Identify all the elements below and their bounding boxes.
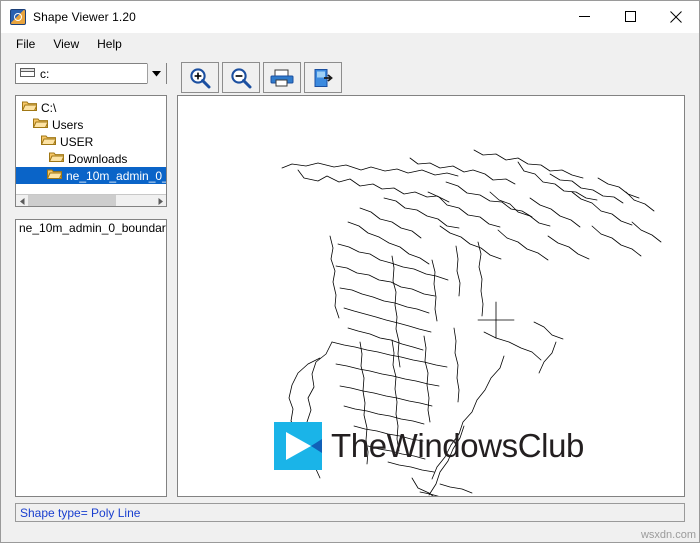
tree-node-c[interactable]: C:\ [16, 99, 166, 116]
folder-tree[interactable]: C:\ Users USER Downloads ne_10m_admin_0 [15, 95, 167, 207]
folder-open-icon [32, 117, 49, 132]
shapefile-list[interactable]: ne_10m_admin_0_boundary [15, 219, 167, 497]
tree-node-shapefile-folder[interactable]: ne_10m_admin_0_bou [16, 167, 166, 184]
map-viewport[interactable]: TheWindowsClub [177, 95, 685, 497]
main-content: c: C:\ Users USER Downloads ne_10m_admin… [1, 55, 699, 542]
status-text: Shape type= Poly Line [20, 505, 141, 520]
toolbar [181, 62, 342, 93]
logo-text: TheWindowsClub [331, 427, 585, 464]
drive-icon [20, 67, 35, 81]
menu-item-view[interactable]: View [44, 35, 88, 54]
menu-bar: File View Help [1, 33, 699, 55]
tree-node-user[interactable]: USER [16, 133, 166, 150]
menu-item-help[interactable]: Help [88, 35, 131, 54]
maximize-icon[interactable] [607, 1, 653, 32]
folder-open-icon [40, 134, 57, 149]
status-bar: Shape type= Poly Line [15, 503, 685, 522]
list-item[interactable]: ne_10m_admin_0_boundary [16, 220, 166, 236]
tree-node-users[interactable]: Users [16, 116, 166, 133]
drive-select[interactable]: c: [15, 63, 167, 84]
drive-select-value: c: [40, 66, 50, 81]
shape-viewer-icon [10, 8, 26, 25]
scroll-right-icon[interactable] [154, 195, 166, 206]
print-button[interactable] [263, 62, 301, 93]
tree-node-label: Downloads [68, 151, 128, 166]
window-controls [561, 1, 699, 32]
folder-open-icon [46, 168, 63, 183]
windows-logo-icon [274, 422, 322, 470]
thewindowsclub-logo: TheWindowsClub [274, 422, 584, 470]
watermark: wsxdn.com [640, 529, 696, 541]
tree-horizontal-scrollbar[interactable] [16, 194, 166, 206]
shape-viewer-window: Shape Viewer 1.20 File View Help c: C:\ … [0, 0, 700, 543]
exit-button[interactable] [304, 62, 342, 93]
window-title: Shape Viewer 1.20 [33, 9, 136, 24]
tree-node-label: Users [52, 117, 84, 132]
tree-node-label: USER [60, 134, 94, 149]
tree-node-downloads[interactable]: Downloads [16, 150, 166, 167]
tree-node-label: C:\ [41, 100, 57, 115]
zoom-in-button[interactable] [181, 62, 219, 93]
close-icon[interactable] [653, 1, 699, 32]
title-bar: Shape Viewer 1.20 [1, 1, 699, 33]
folder-open-icon [21, 100, 38, 115]
scrollbar-thumb[interactable] [28, 195, 116, 206]
minimize-icon[interactable] [561, 1, 607, 32]
zoom-out-button[interactable] [222, 62, 260, 93]
chevron-down-icon[interactable] [147, 63, 166, 84]
folder-open-icon [48, 151, 65, 166]
scroll-left-icon[interactable] [16, 195, 28, 206]
menu-item-file[interactable]: File [7, 35, 44, 54]
tree-node-label: ne_10m_admin_0_bou [66, 168, 166, 183]
